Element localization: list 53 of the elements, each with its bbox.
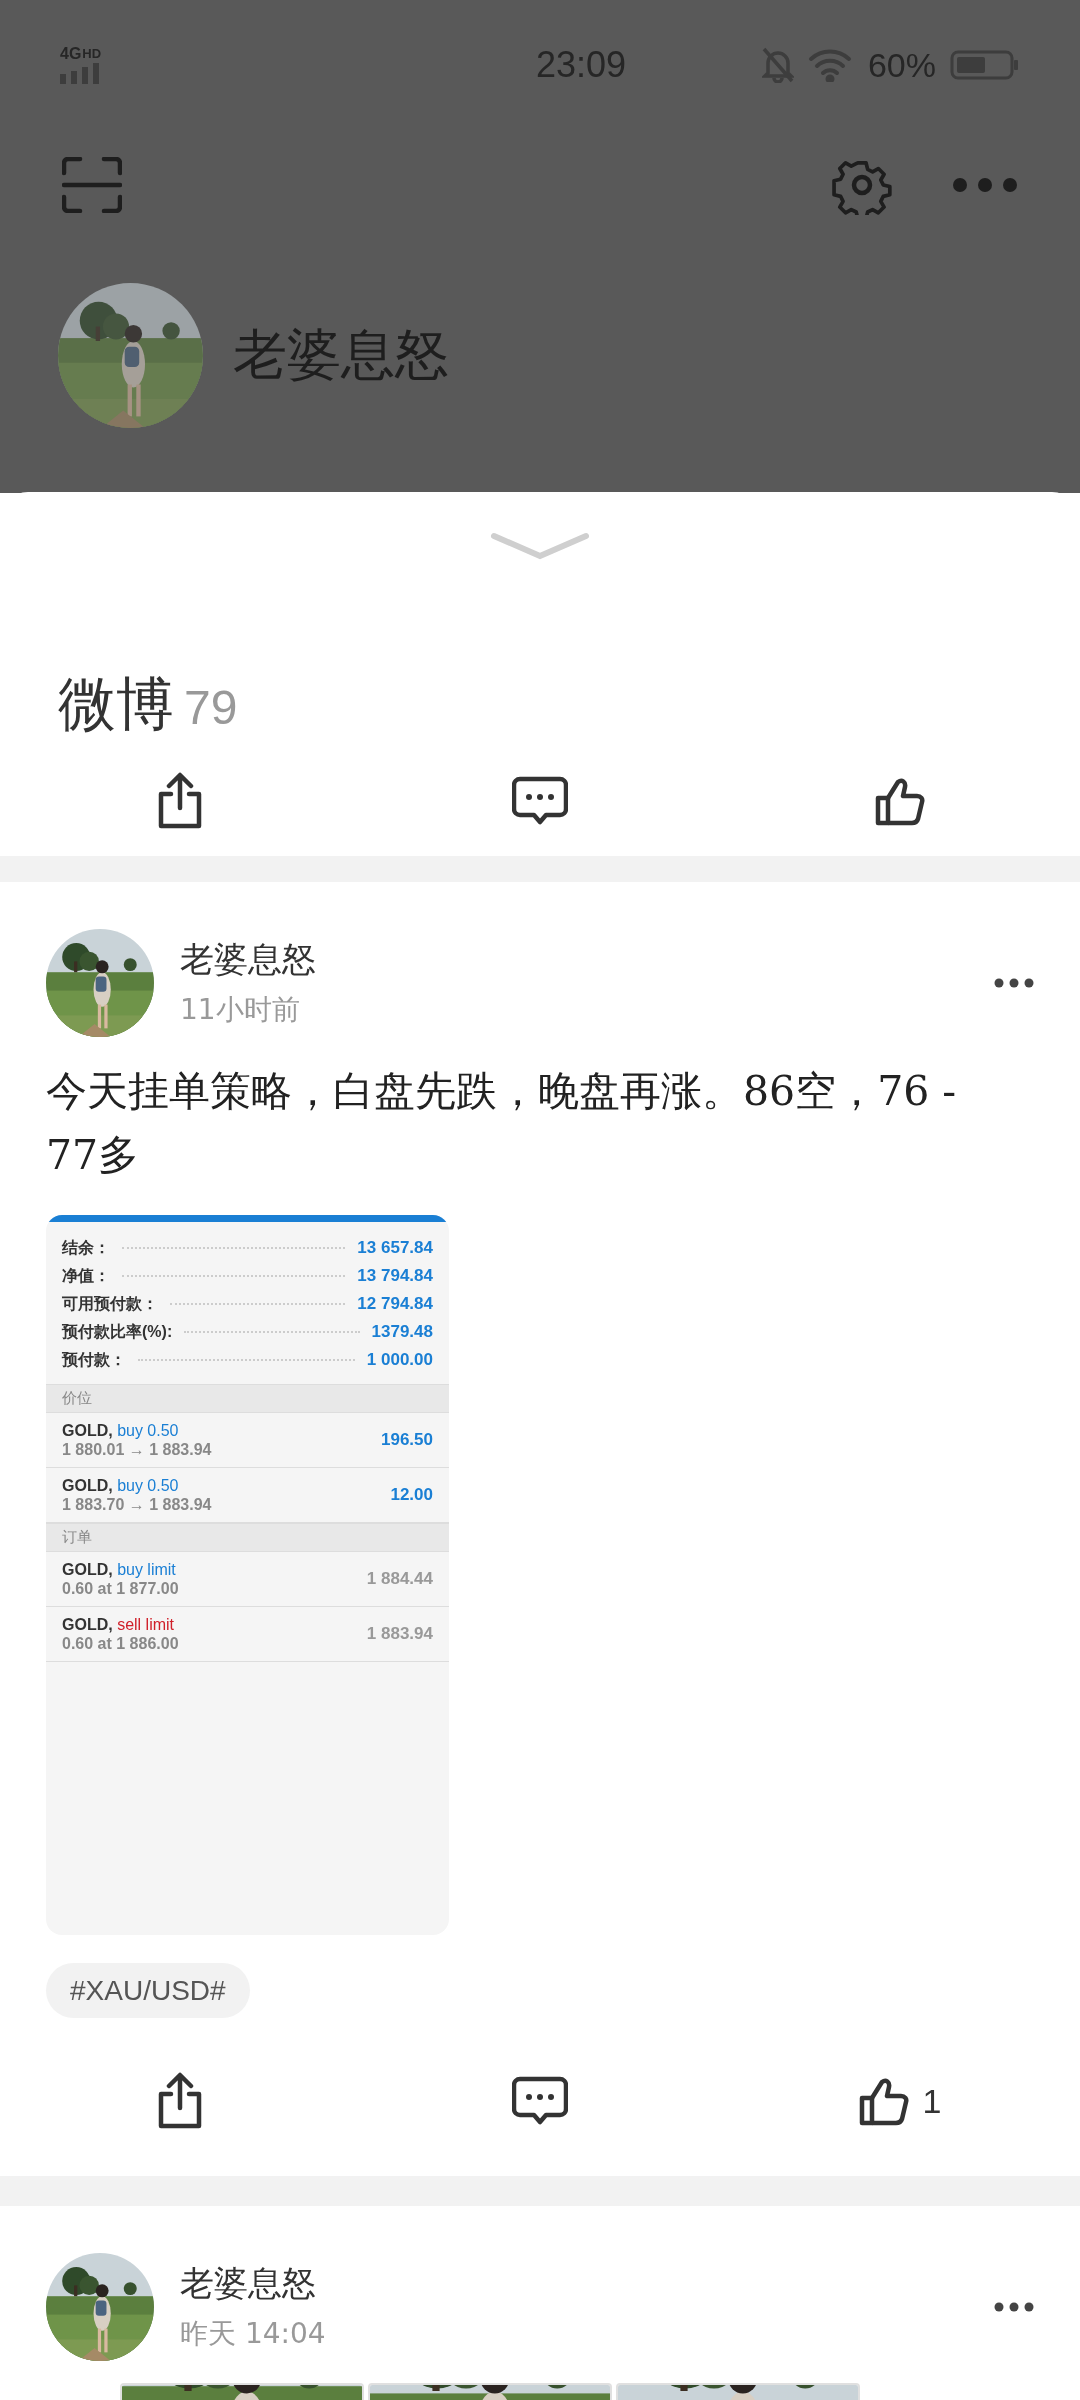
- trade-detail: 0.60 at 1 886.00: [62, 1634, 180, 1653]
- more-icon: [994, 2302, 1034, 2312]
- trade-value: 12.00: [390, 1485, 433, 1505]
- comment-icon: [512, 776, 568, 826]
- muted-bell-icon: [761, 47, 794, 83]
- more-icon: [994, 978, 1034, 988]
- thumbs-up-icon: [858, 2076, 909, 2126]
- account-label: 净值：: [62, 1265, 110, 1286]
- post-time: 昨天 14:04: [180, 2316, 327, 2352]
- trade-title: GOLD, buy 0.50: [62, 1421, 180, 1440]
- account-label: 可用预付款：: [62, 1293, 158, 1314]
- section-title: 微博: [58, 669, 174, 740]
- trade-detail: 0.60 at 1 877.00: [62, 1579, 180, 1598]
- section-header: 订单: [46, 1523, 449, 1552]
- post-text: 今天挂单策略，白盘先跌，晚盘再涨。86空，76 -77多: [45, 1066, 958, 1181]
- scan-button[interactable]: [62, 157, 122, 213]
- more-button[interactable]: [994, 978, 1034, 988]
- profile-name: 老婆息怒: [233, 322, 449, 388]
- scan-icon: [62, 157, 122, 213]
- comment-icon: [512, 2076, 568, 2126]
- section-header: 价位: [46, 1384, 449, 1413]
- trade-value: 1 883.94: [366, 1624, 433, 1644]
- account-value: 1379.48: [371, 1322, 433, 1342]
- like-count: 1: [922, 2081, 942, 2121]
- account-value: 13 657.84: [357, 1238, 433, 1258]
- account-value: 12 794.84: [357, 1294, 433, 1314]
- trade-detail: 1 883.70 → 1 883.94: [62, 1495, 213, 1514]
- trade-title: GOLD, buy limit: [62, 1560, 177, 1579]
- trade-value: 196.50: [381, 1430, 433, 1450]
- comment-button[interactable]: [512, 2076, 568, 2126]
- battery-icon: [950, 50, 1020, 80]
- post-count: 79: [184, 680, 238, 735]
- author-name[interactable]: 老婆息怒: [180, 2261, 968, 2307]
- trade-title: GOLD, sell limit: [62, 1615, 175, 1634]
- trade-value: 1 884.44: [366, 1569, 433, 1589]
- account-value: 1 000.00: [366, 1350, 433, 1370]
- account-label: 预付款比率(%):: [62, 1321, 173, 1342]
- screenshot-image[interactable]: [46, 1215, 449, 1935]
- thumbs-up-icon: [875, 776, 925, 826]
- account-label: 预付款：: [62, 1349, 126, 1370]
- author-name[interactable]: 老婆息怒: [180, 937, 968, 983]
- wifi-icon: [807, 48, 854, 82]
- account-value: 13 794.84: [357, 1266, 433, 1286]
- comment-button[interactable]: [512, 776, 568, 826]
- like-button[interactable]: [875, 776, 925, 826]
- topic-tag[interactable]: #XAU/USD#: [46, 1963, 250, 2018]
- more-button[interactable]: [994, 2302, 1034, 2312]
- like-button[interactable]: [858, 2076, 909, 2126]
- account-label: 结余：: [62, 1237, 110, 1258]
- more-icon: [952, 177, 1018, 193]
- trade-title: GOLD, buy 0.50: [62, 1476, 180, 1495]
- trade-detail: 1 880.01 → 1 883.94: [62, 1440, 213, 1459]
- post-time: 11小时前: [180, 992, 301, 1028]
